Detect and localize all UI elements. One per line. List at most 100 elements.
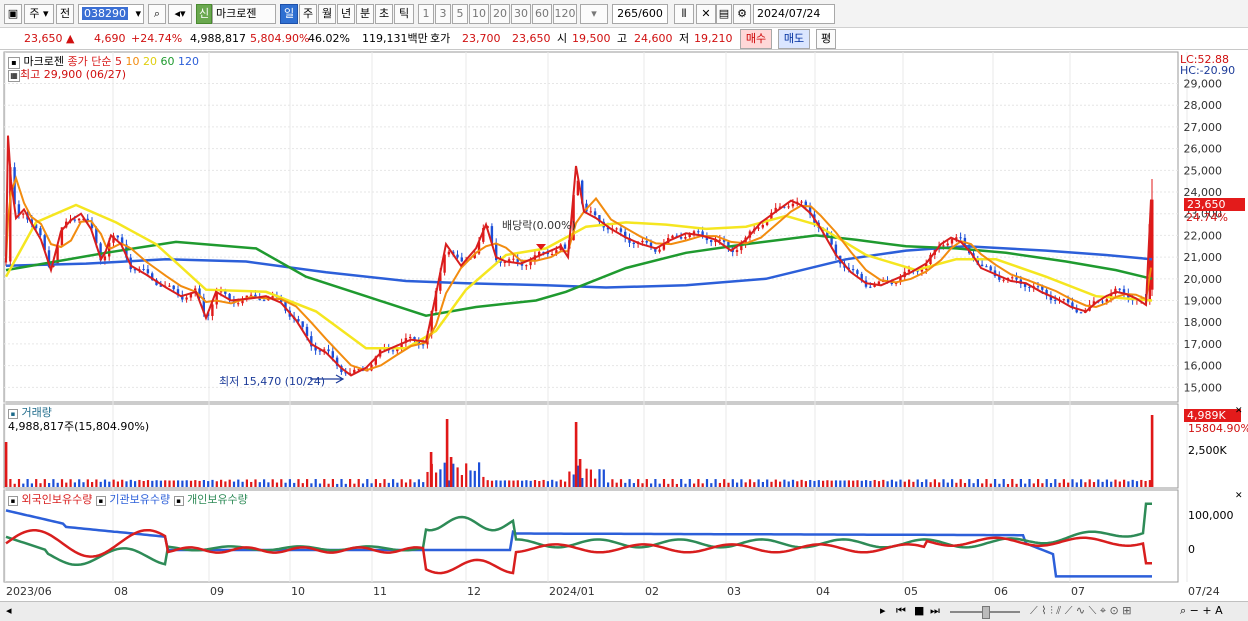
calendar-icon[interactable]: ▦ [8,68,20,82]
volume-bar [748,479,752,487]
play-icon[interactable]: ▸ [880,603,886,619]
volume-bar [30,483,33,487]
candle-body [301,321,304,327]
interval-120[interactable]: 120 [553,4,577,24]
volume-bar [288,479,291,487]
period-tick-tab[interactable]: 틱 [394,4,414,24]
gear-icon[interactable]: ⚙ [733,4,751,24]
volume-bar [1032,483,1035,487]
save-icon[interactable]: ▤ [716,4,732,24]
buy-button[interactable]: 매수 [740,29,772,49]
volume-bar [912,481,915,487]
volume-bar [1002,479,1005,487]
interval-1[interactable]: 1 [418,4,434,24]
interval-3[interactable]: 3 [435,4,451,24]
candle-body [1101,301,1104,303]
window-icon[interactable]: ▣ [4,4,22,24]
volume-bar [860,480,863,487]
scroll-left-icon[interactable]: ◂ [6,603,12,619]
rewind-icon[interactable]: ⏮ [896,603,906,619]
candle-body [512,258,515,260]
period-year-tab[interactable]: 년 [337,4,355,24]
volume-bar [1015,483,1018,487]
chart-canvas[interactable]: 29,00028,00027,00026,00025,00024,00023,0… [0,50,1248,601]
volume-bar [521,480,524,487]
bottom-scroll-bar[interactable]: ◂ ▸ ⏮ ■ ⏭ ⟋ ⌇ ⫶ ⫽ ⟋ ∿ ⟍ ⌖ ⊙ ⊞ ⌕ − + A [0,601,1248,621]
forward-icon[interactable]: ⏭ [930,603,940,619]
crosshair-icon[interactable]: ✕ [696,4,716,24]
candle-body [946,243,949,246]
volume-bar [942,479,945,487]
interval-10[interactable]: 10 [469,4,489,24]
volume-bar [1127,481,1130,487]
volume-bar [297,479,300,487]
volume-bar [413,482,416,487]
period-month-tab[interactable]: 월 [318,4,336,24]
evaluate-button[interactable]: 평 [816,29,836,49]
candle-body [1079,312,1083,314]
market-mode-dropdown[interactable]: 주 ▾ [24,4,54,24]
sell-button[interactable]: 매도 [778,29,810,49]
volume-bar [9,479,12,487]
volume-bar [17,479,21,487]
mode-b-button[interactable]: 전 [56,4,74,24]
volume-bar [1084,482,1087,487]
candle-body [942,245,945,247]
x-axis-label: 10 [291,585,305,598]
volume-bar [112,479,115,487]
holdings-close-icon[interactable]: ✕ [1235,491,1243,501]
period-week-tab[interactable]: 주 [299,4,317,24]
volume-bar [78,479,81,487]
period-minute-tab[interactable]: 분 [356,4,374,24]
stock-name-field[interactable]: 마크로젠 [212,4,276,24]
volume-bar [972,483,975,487]
zoom-slider-handle[interactable] [982,606,990,619]
close-icon[interactable]: ✕ [1235,406,1243,416]
volume-bar [671,479,674,487]
volume-bar [1110,481,1113,487]
volume-bar [568,471,571,487]
interval-30[interactable]: 30 [511,4,531,24]
volume-bar [899,479,902,487]
volume-bar [753,482,756,487]
volume-bar [91,482,94,487]
volume-bar [650,483,653,487]
volume-bar [56,482,59,487]
volume-bar [546,481,549,487]
interval-dropdown[interactable]: ▾ [580,4,608,24]
volume-value: 4,988,817 [190,32,246,45]
volume-bar [409,479,412,487]
stop-icon[interactable]: ■ [914,603,924,619]
stock-code-input[interactable]: 038290 ▾ [78,4,144,24]
period-second-tab[interactable]: 초 [375,4,393,24]
interval-60[interactable]: 60 [532,4,552,24]
candle-body [172,285,175,290]
candle-body [907,269,911,272]
candle-body [447,251,451,255]
count-input[interactable]: 265/600 [612,4,668,24]
candle-icon[interactable]: ⫴ [674,4,694,24]
price-tick: 26,000 [1184,143,1223,156]
drawing-tools-icon[interactable]: ⟋ ⌇ ⫶ ⫽ ⟋ ∿ ⟍ ⌖ ⊙ ⊞ [1030,603,1131,619]
volume-bar [250,481,253,487]
volume-bar [787,481,790,487]
period-day-tab[interactable]: 일 [280,4,298,24]
price-tick: 22,000 [1184,229,1223,242]
interval-20[interactable]: 20 [490,4,510,24]
candle-body [658,249,661,252]
volume-bar [529,480,532,487]
interval-5[interactable]: 5 [452,4,468,24]
volume-bar [598,469,601,487]
zoom-icons[interactable]: ⌕ − + A [1180,603,1223,619]
dividend-label: 배당락(0.00%) [502,219,576,232]
x-axis-label: 06 [994,585,1008,598]
volume-bar [890,479,893,487]
search-icon[interactable]: ⌕ [148,4,166,24]
chart-area[interactable]: 29,000 28,000 27,000 26,000 25,000 24,000 23,0… [0,50,1248,601]
date-input[interactable]: 2024/07/24 [753,4,835,24]
volume-bar [1148,480,1151,487]
volume-bar [48,482,51,487]
candle-body [224,291,227,294]
volume-bar [26,479,29,487]
speaker-icon[interactable]: ◂▾ [168,4,192,24]
